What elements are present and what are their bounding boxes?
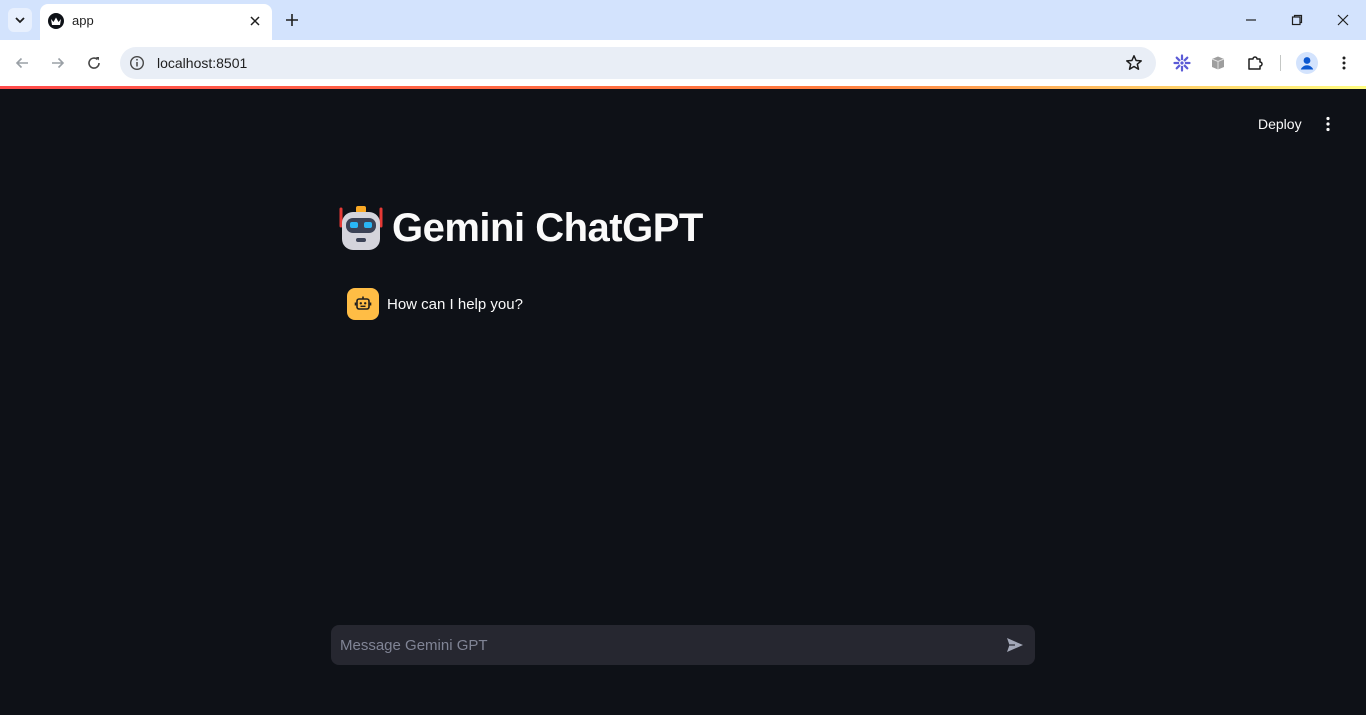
browser-menu-icon[interactable]: [1332, 51, 1356, 75]
chat-message: How can I help you?: [347, 288, 523, 320]
extension-snowflake-icon[interactable]: [1170, 51, 1194, 75]
toolbar-divider: [1280, 55, 1281, 71]
close-icon: [1337, 14, 1349, 26]
app-decoration-bar: [0, 86, 1366, 89]
browser-tab[interactable]: app: [40, 4, 272, 40]
title-text: Gemini ChatGPT: [392, 205, 703, 250]
bookmark-star-icon[interactable]: [1124, 53, 1144, 73]
extensions-puzzle-icon[interactable]: [1243, 51, 1267, 75]
robot-emoji-icon: [339, 206, 383, 250]
plus-icon: [286, 14, 298, 26]
page-title: Gemini ChatGPT: [338, 204, 703, 252]
minimize-icon: [1246, 19, 1256, 21]
forward-arrow-icon: [52, 57, 65, 69]
tab-search-button[interactable]: [8, 8, 32, 32]
reload-icon: [88, 57, 100, 69]
restore-icon: [1291, 14, 1303, 26]
profile-avatar-icon[interactable]: [1295, 51, 1319, 75]
close-tab-icon[interactable]: [246, 12, 264, 30]
new-tab-button[interactable]: [282, 10, 302, 30]
url-text: localhost:8501: [157, 55, 248, 71]
app-menu-icon[interactable]: [1316, 111, 1340, 137]
tab-strip: app: [0, 0, 1366, 40]
browser-toolbar: localhost:8501: [0, 40, 1366, 86]
send-icon: [1007, 638, 1023, 652]
back-arrow-icon: [15, 57, 28, 69]
chevron-down-icon: [15, 17, 25, 24]
restore-button[interactable]: [1285, 8, 1309, 32]
chat-input[interactable]: [331, 625, 991, 665]
streamlit-crown-icon: [48, 13, 64, 29]
site-info-icon[interactable]: [128, 54, 146, 72]
send-button[interactable]: [1003, 633, 1027, 657]
back-button[interactable]: [10, 51, 34, 75]
chat-input-container: [331, 625, 1035, 665]
deploy-button[interactable]: Deploy: [1248, 111, 1312, 137]
close-window-button[interactable]: [1331, 8, 1355, 32]
address-bar[interactable]: localhost:8501: [120, 47, 1156, 79]
minimize-button[interactable]: [1239, 8, 1263, 32]
bot-icon: [354, 296, 372, 310]
tab-title: app: [72, 13, 94, 28]
extension-cube-icon[interactable]: [1206, 51, 1230, 75]
reload-button[interactable]: [82, 51, 106, 75]
assistant-avatar: [347, 288, 379, 320]
message-text: How can I help you?: [387, 295, 523, 313]
forward-button[interactable]: [46, 51, 70, 75]
